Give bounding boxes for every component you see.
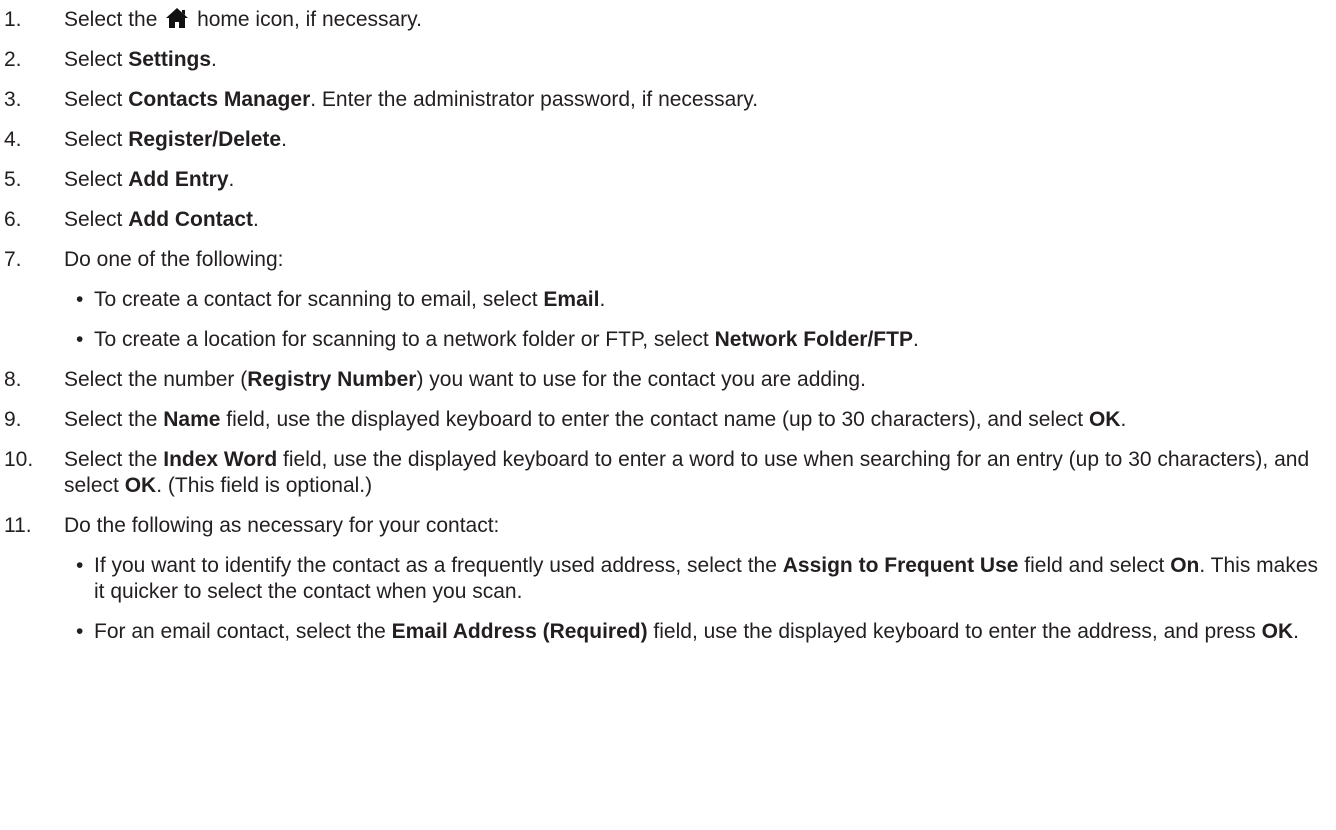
- step-number: 8.: [4, 368, 22, 391]
- bold-term: Name: [163, 408, 221, 431]
- step-3: 3. Select Contacts Manager. Enter the adm…: [0, 87, 1336, 113]
- step-6: 6. Select Add Contact.: [0, 207, 1336, 233]
- bullet-item: • For an email contact, select the Email …: [0, 619, 1336, 645]
- step-text: home icon, if necessary.: [191, 8, 422, 31]
- bold-term: Assign to Frequent Use: [782, 554, 1019, 577]
- step-9: 9. Select the Name field, use the display…: [0, 407, 1336, 433]
- bold-term: Index Word: [163, 448, 278, 471]
- step-text: Select the: [64, 8, 164, 31]
- bold-term: Network Folder/FTP: [714, 328, 913, 351]
- step-number: 10.: [4, 448, 34, 471]
- instruction-list: 1. Select the home icon, if necessary. 2. S…: [0, 0, 1336, 645]
- step-7: 7. Do one of the following:: [0, 247, 1336, 273]
- step-text: Select: [64, 128, 129, 151]
- step-text: . (This field is optional.): [156, 474, 373, 497]
- bold-term: Settings: [128, 48, 212, 71]
- bold-term: Registry Number: [247, 368, 417, 391]
- step-text: To create a location for scanning to a n…: [94, 328, 715, 351]
- step-text: To create a contact for scanning to emai…: [94, 288, 544, 311]
- bullet-glyph: •: [76, 554, 84, 577]
- step-text: field, use the displayed keyboard to ent…: [647, 620, 1262, 643]
- step-number: 4.: [4, 128, 22, 151]
- bold-term: Email Address (Required): [391, 620, 648, 643]
- step-text: For an email contact, select the: [94, 620, 392, 643]
- step-number: 5.: [4, 168, 22, 191]
- step-text: .: [912, 328, 919, 351]
- bullet-item: • If you want to identify the contact as …: [0, 553, 1336, 605]
- bullet-glyph: •: [76, 288, 84, 311]
- bold-term: OK: [1261, 620, 1294, 643]
- step-number: 3.: [4, 88, 22, 111]
- step-text: Select the number (: [64, 368, 248, 391]
- bold-term: OK: [1088, 408, 1121, 431]
- step-text: If you want to identify the contact as a…: [94, 554, 783, 577]
- step-text: Do the following as necessary for your c…: [64, 514, 500, 537]
- step-number: 9.: [4, 408, 22, 431]
- step-text: Select the: [64, 448, 164, 471]
- step-11: 11. Do the following as necessary for you…: [0, 513, 1336, 539]
- step-text: .: [228, 168, 235, 191]
- step-text: field, use the displayed keyboard to ent…: [220, 408, 1089, 431]
- bold-term: Contacts Manager: [128, 88, 311, 111]
- step-2: 2. Select Settings.: [0, 47, 1336, 73]
- bullet-glyph: •: [76, 328, 84, 351]
- step-text: field and select: [1018, 554, 1171, 577]
- bold-term: Email: [543, 288, 600, 311]
- step-number: 1.: [4, 8, 22, 31]
- step-text: Select: [64, 88, 129, 111]
- step-text: . Enter the administrator password, if n…: [310, 88, 759, 111]
- step-number: 11.: [4, 514, 32, 537]
- step-text: .: [211, 48, 217, 71]
- step-number: 2.: [4, 48, 22, 71]
- step-text: .: [1293, 620, 1299, 643]
- step-text: Select: [64, 48, 129, 71]
- bold-term: OK: [124, 474, 157, 497]
- step-text: Select: [64, 208, 129, 231]
- bullet-item: • To create a location for scanning to a …: [0, 327, 1336, 353]
- step-8: 8. Select the number (Registry Number) yo…: [0, 367, 1336, 393]
- step-number: 7.: [4, 248, 22, 271]
- bullet-glyph: •: [76, 620, 84, 643]
- home-icon: [166, 8, 189, 28]
- bold-term: Add Contact: [128, 208, 254, 231]
- step-4: 4. Select Register/Delete.: [0, 127, 1336, 153]
- step-text: .: [281, 128, 287, 151]
- step-5: 5. Select Add Entry.: [0, 167, 1336, 193]
- bold-term: On: [1170, 554, 1200, 577]
- step-10: 10. Select the Index Word field, use the …: [0, 447, 1336, 499]
- step-number: 6.: [4, 208, 22, 231]
- bold-term: Add Entry: [128, 168, 229, 191]
- step-text: Select the: [64, 408, 164, 431]
- step-text: Do one of the following:: [64, 248, 284, 271]
- step-1: 1. Select the home icon, if necessary.: [0, 7, 1336, 33]
- bullet-item: • To create a contact for scanning to ema…: [0, 287, 1336, 313]
- bold-term: Register/Delete: [128, 128, 282, 151]
- step-text: .: [1120, 408, 1127, 431]
- step-text: .: [253, 208, 259, 231]
- step-text: .: [599, 288, 606, 311]
- step-text: Select: [64, 168, 129, 191]
- step-text: ) you want to use for the contact you ar…: [416, 368, 866, 391]
